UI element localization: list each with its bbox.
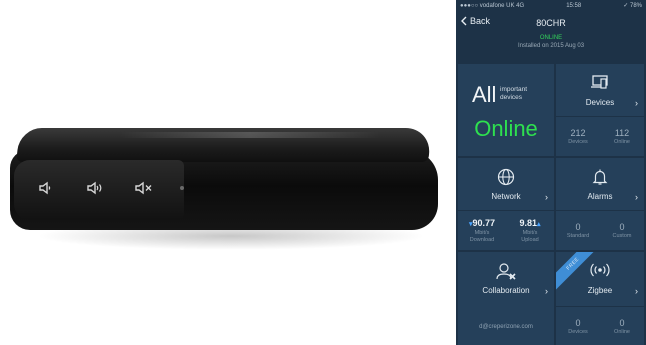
router-device: [0, 0, 450, 345]
zigbee-devices-value: 0: [575, 317, 581, 328]
status-led: [180, 186, 184, 190]
online-big-label: Online: [474, 116, 538, 141]
chevron-right-icon: ›: [545, 192, 548, 202]
mute-icon: [134, 178, 154, 198]
device-highlight: [120, 132, 380, 138]
alarms-custom: 0 Custom: [600, 222, 644, 240]
devices-total-label: Devices: [568, 138, 588, 145]
speaker-icon: [38, 178, 54, 198]
installed-date-text: Installed on 2015 Aug 03: [517, 43, 585, 49]
devices-online-value: 112: [614, 127, 630, 138]
zigbee-online-value: 0: [619, 317, 625, 328]
upload-value: 9.81▴: [506, 218, 554, 230]
zigbee-tile[interactable]: FREE Zigbee › 0 Devices 0 Online: [556, 252, 644, 345]
zigbee-online: 0 Online: [600, 318, 644, 336]
important-line-2: devices: [500, 94, 523, 101]
volume-icon: [86, 178, 106, 198]
devices-online-label: Online: [614, 138, 630, 145]
devices-title: Devices: [585, 98, 615, 107]
back-button[interactable]: Back: [461, 16, 490, 26]
chevron-right-icon: ›: [635, 286, 638, 296]
mobile-app-screen: ●●●○○ vodafone UK 4G 15:58 ✓ 78% Back 80…: [456, 0, 646, 345]
zigbee-devices: 0 Devices: [556, 318, 600, 336]
alarms-custom-label: Custom: [612, 232, 632, 239]
back-chevron-icon: [461, 16, 467, 26]
globe-icon: [458, 168, 554, 186]
download-label: Download: [469, 236, 495, 243]
download-speed: ▾90.77 Mbit/s Download: [458, 218, 506, 244]
collaboration-tile[interactable]: Collaboration › d@creperizone.com: [458, 252, 554, 345]
summary-tile: All important devices Online: [458, 64, 554, 156]
upload-unit: Mbit/s: [522, 229, 538, 236]
online-status-text: ONLINE: [539, 35, 563, 41]
collaboration-title: Collaboration: [482, 286, 530, 295]
bell-icon: [556, 168, 644, 186]
upload-speed: 9.81▴ Mbit/s Upload: [506, 218, 554, 244]
back-label: Back: [470, 16, 491, 26]
collaboration-icon: [458, 262, 554, 282]
status-bar: ●●●○○ vodafone UK 4G 15:58 ✓ 78%: [456, 0, 646, 12]
network-title: Network: [491, 192, 521, 201]
alarms-standard: 0 Standard: [556, 222, 600, 240]
devices-total-value: 212: [570, 127, 586, 138]
chevron-right-icon: ›: [635, 192, 638, 202]
alarms-title: Alarms: [587, 192, 613, 201]
collaboration-email: d@creperizone.com: [479, 324, 533, 330]
alarms-tile[interactable]: Alarms › 0 Standard 0 Custom: [556, 158, 644, 250]
download-value-text: 90.77: [472, 217, 496, 228]
page-title: 80CHR: [536, 18, 566, 28]
chevron-right-icon: ›: [545, 286, 548, 296]
network-tile[interactable]: Network › ▾90.77 Mbit/s Download 9.81▴ M…: [458, 158, 554, 250]
download-unit: Mbit/s: [474, 229, 490, 236]
all-label: All: [472, 82, 497, 107]
carrier-text: ●●●○○ vodafone UK 4G: [460, 3, 525, 9]
chevron-right-icon: ›: [635, 98, 638, 108]
important-devices-label: important devices: [500, 86, 527, 102]
alarms-custom-value: 0: [619, 221, 625, 232]
upload-arrow-icon: ▴: [537, 220, 541, 228]
nav-bar: Back 80CHR: [456, 12, 646, 34]
battery-text: ✓ 78%: [623, 3, 642, 9]
upload-label: Upload: [521, 236, 539, 243]
devices-online: 112 Online: [600, 128, 644, 146]
zigbee-online-label: Online: [614, 328, 630, 335]
zigbee-icon: [556, 262, 644, 278]
alarms-standard-value: 0: [575, 221, 581, 232]
zigbee-title: Zigbee: [587, 286, 613, 295]
devices-tile[interactable]: Devices › 212 Devices 112 Online: [556, 64, 644, 156]
download-value: ▾90.77: [458, 218, 506, 230]
connection-status: ONLINE Installed on 2015 Aug 03: [456, 34, 646, 58]
important-line-1: important: [500, 86, 528, 93]
devices-icon: [556, 74, 644, 90]
clock-text: 15:58: [566, 3, 582, 9]
zigbee-devices-label: Devices: [568, 328, 588, 335]
dashboard-grid: All important devices Online Devices › 2…: [458, 64, 644, 345]
devices-total: 212 Devices: [556, 128, 600, 146]
alarms-standard-label: Standard: [566, 232, 590, 239]
upload-value-text: 9.81: [519, 217, 537, 228]
